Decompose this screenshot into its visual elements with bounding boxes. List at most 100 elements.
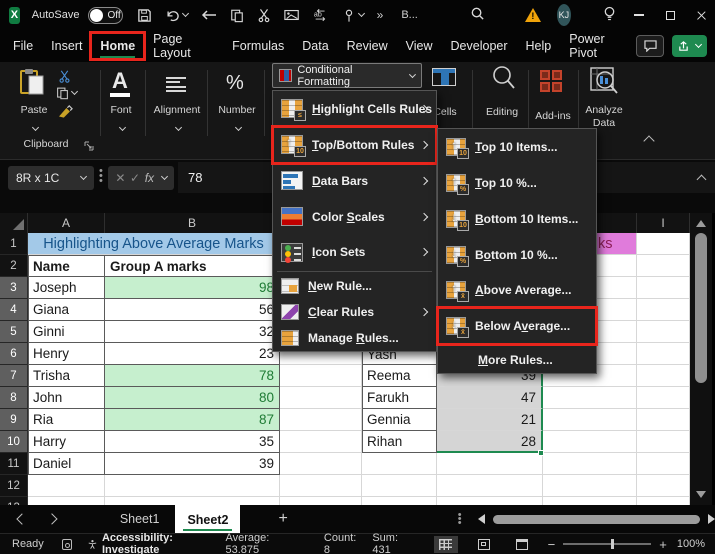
add-ins-icon[interactable] bbox=[540, 70, 562, 92]
zoom-out-icon[interactable]: − bbox=[548, 537, 556, 552]
submenu-item-below-average[interactable]: ↓ x̄ Below Average... bbox=[436, 306, 598, 347]
vertical-scrollbar[interactable] bbox=[690, 213, 712, 505]
cell[interactable] bbox=[637, 343, 690, 365]
tab-formulas[interactable]: Formulas bbox=[223, 33, 293, 59]
status-count[interactable]: Count: 8 bbox=[324, 532, 356, 554]
add-sheet-button[interactable]: + bbox=[278, 510, 287, 528]
draw-dropdown-icon[interactable] bbox=[357, 9, 365, 18]
macro-record-icon[interactable] bbox=[61, 538, 73, 550]
confirm-entry-icon[interactable]: ✓ bbox=[130, 171, 140, 185]
sheet-nav-right-icon[interactable] bbox=[46, 513, 58, 525]
menu-item-new-rule[interactable]: New Rule... bbox=[273, 273, 436, 299]
menu-item-manage-rules[interactable]: Manage Rules... bbox=[273, 325, 436, 351]
cell-mark2[interactable]: 47 bbox=[437, 387, 543, 409]
cell[interactable] bbox=[637, 475, 690, 497]
back-arrow-button[interactable] bbox=[201, 9, 217, 21]
fill-handle[interactable] bbox=[538, 450, 544, 456]
cell[interactable] bbox=[437, 453, 543, 475]
tab-help[interactable]: Help bbox=[517, 33, 561, 59]
cell[interactable] bbox=[637, 233, 690, 255]
scroll-up-icon[interactable] bbox=[696, 220, 706, 227]
cell-mark[interactable]: 56 bbox=[105, 299, 280, 321]
cell[interactable] bbox=[28, 475, 105, 497]
cell-name[interactable]: Ginni bbox=[28, 321, 105, 343]
cell[interactable] bbox=[637, 387, 690, 409]
cell-mark[interactable]: 87 bbox=[105, 409, 280, 431]
row-header-12[interactable]: 12 bbox=[0, 475, 28, 497]
cell[interactable] bbox=[543, 431, 637, 453]
cell-mark2[interactable]: 28 bbox=[437, 431, 543, 453]
cell-mark2[interactable]: 21 bbox=[437, 409, 543, 431]
avatar[interactable]: KJ bbox=[556, 4, 571, 26]
alignment-dropdown-icon[interactable] bbox=[174, 123, 183, 132]
comments-button[interactable] bbox=[636, 35, 665, 57]
sheet-nav-left-icon[interactable] bbox=[16, 513, 28, 525]
cancel-entry-icon[interactable]: ✕ bbox=[115, 171, 125, 185]
cell-mark[interactable]: 80 bbox=[105, 387, 280, 409]
sheet-tab-sheet2[interactable]: Sheet2 bbox=[175, 505, 241, 533]
undo-dropdown-icon[interactable] bbox=[181, 9, 189, 18]
cell[interactable] bbox=[280, 453, 362, 475]
row-header-1[interactable]: 1 bbox=[0, 233, 28, 255]
collapse-ribbon-icon[interactable] bbox=[643, 135, 655, 147]
row-header-13[interactable]: 13 bbox=[0, 497, 28, 505]
status-average[interactable]: Average: 53.875 bbox=[225, 532, 285, 554]
editing-icon[interactable] bbox=[490, 64, 516, 97]
cell[interactable] bbox=[637, 255, 690, 277]
zoom-level[interactable]: 100% bbox=[677, 538, 705, 550]
cell[interactable] bbox=[637, 431, 690, 453]
paste-button[interactable] bbox=[18, 68, 46, 103]
warning-icon[interactable]: ! bbox=[524, 8, 541, 22]
font-dropdown-icon[interactable] bbox=[118, 123, 127, 132]
cell[interactable] bbox=[280, 387, 362, 409]
cell[interactable] bbox=[280, 475, 362, 497]
hscroll-left-icon[interactable] bbox=[477, 514, 485, 524]
more-commands-icon[interactable]: » bbox=[377, 8, 384, 22]
column-header-b[interactable]: B bbox=[105, 213, 280, 233]
row-header-8[interactable]: 8 bbox=[0, 387, 28, 409]
autosave-toggle[interactable]: Off bbox=[87, 6, 123, 24]
cell-mark[interactable]: 32 bbox=[105, 321, 280, 343]
search-icon[interactable] bbox=[470, 6, 485, 24]
submenu-item-bottom-10-items[interactable]: ↓ 10 Bottom 10 Items... bbox=[438, 201, 596, 237]
row-header-10[interactable]: 10 bbox=[0, 431, 28, 453]
submenu-item-top-10-items[interactable]: ↑ 10 Top 10 Items... bbox=[438, 129, 596, 165]
cell[interactable] bbox=[543, 475, 637, 497]
row-header-9[interactable]: 9 bbox=[0, 409, 28, 431]
cells-icon[interactable] bbox=[432, 68, 456, 86]
cell-name2[interactable]: Reema bbox=[362, 365, 437, 387]
cell[interactable] bbox=[437, 475, 543, 497]
cell-mark[interactable]: 35 bbox=[105, 431, 280, 453]
zoom-slider[interactable] bbox=[563, 539, 652, 549]
cell[interactable] bbox=[543, 387, 637, 409]
cell[interactable] bbox=[280, 497, 362, 505]
cell[interactable] bbox=[637, 409, 690, 431]
picture-button[interactable] bbox=[283, 8, 300, 22]
cell-mark[interactable]: 23 bbox=[105, 343, 280, 365]
accessibility-status[interactable]: Accessibility: Investigate bbox=[88, 532, 199, 554]
expand-formula-bar-icon[interactable] bbox=[696, 174, 707, 185]
cell[interactable] bbox=[362, 453, 437, 475]
share-dropdown-icon[interactable] bbox=[695, 40, 703, 49]
cell-name2[interactable]: Rihan bbox=[362, 431, 437, 453]
number-dropdown-icon[interactable] bbox=[234, 123, 243, 132]
paste-dropdown-icon[interactable] bbox=[31, 123, 40, 132]
page-break-preview-button[interactable] bbox=[510, 536, 534, 553]
tab-home[interactable]: Home bbox=[89, 31, 147, 61]
row-header-5[interactable]: 5 bbox=[0, 321, 28, 343]
zoom-in-icon[interactable]: + bbox=[659, 537, 667, 552]
cell-name2[interactable]: Gennia bbox=[362, 409, 437, 431]
menu-item-highlight-cells-rules[interactable]: ≤ Highlight Cells Rules bbox=[273, 91, 436, 127]
cell-name[interactable]: Trisha bbox=[28, 365, 105, 387]
sheetbar-grip-icon[interactable]: • • • bbox=[458, 510, 462, 529]
alignment-button[interactable] bbox=[166, 74, 186, 95]
tab-developer[interactable]: Developer bbox=[442, 33, 517, 59]
cell-mark[interactable]: 98 bbox=[105, 277, 280, 299]
name-box[interactable]: 8R x 1C bbox=[8, 166, 94, 190]
cell[interactable] bbox=[637, 299, 690, 321]
submenu-item-more-rules[interactable]: More Rules... bbox=[438, 347, 596, 373]
zoom-slider-thumb[interactable] bbox=[611, 539, 615, 549]
cell-name[interactable]: John bbox=[28, 387, 105, 409]
cell[interactable] bbox=[637, 277, 690, 299]
cell-name[interactable]: Harry bbox=[28, 431, 105, 453]
